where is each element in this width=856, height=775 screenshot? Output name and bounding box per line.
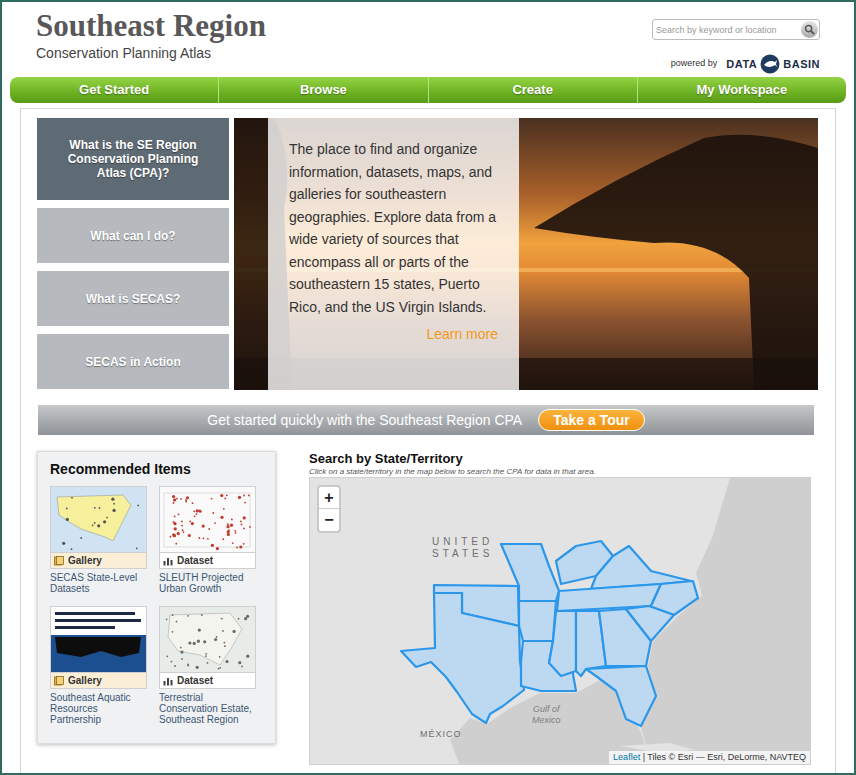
thumbnail-image [160, 487, 255, 552]
florida [586, 666, 656, 726]
item-type: Gallery [68, 555, 102, 567]
page-frame: Southeast Region Conservation Planning A… [0, 0, 856, 775]
item-type-strip: Gallery [50, 553, 147, 569]
item-type-strip: Dataset [159, 553, 256, 569]
recommended-item[interactable]: Gallery Southeast Aquatic Resources Partn… [50, 606, 147, 725]
leaflet-link[interactable]: Leaflet [613, 752, 640, 762]
intro-row: What is the SE Region Conservation Plann… [37, 118, 819, 390]
item-thumbnail[interactable] [50, 606, 147, 673]
intro-tab-label: What is SECAS? [86, 292, 181, 306]
intro-tab[interactable]: What can I do? [37, 208, 229, 263]
header-right: powered by DATA BASIN [652, 2, 820, 77]
state-map[interactable]: + − UNITED STATES MÉXICO Gulf of Mexico … [309, 477, 811, 765]
brand-left: DATA [726, 56, 757, 73]
hero-text: The place to find and organize informati… [289, 138, 498, 318]
site-title[interactable]: Southeast Region [36, 9, 266, 43]
missouri [501, 544, 559, 601]
intro-tab-label: What is the SE Region Conservation Plann… [53, 138, 213, 180]
learn-more-row: Learn more [289, 322, 498, 346]
recommended-grid: Gallery SECAS State-Level Datasets Dataset… [50, 486, 263, 725]
texas [401, 593, 524, 723]
map-title: Search by State/Territory [309, 451, 811, 467]
mexico-label: MÉXICO [420, 728, 462, 742]
dataset-icon [163, 676, 173, 686]
item-thumbnail[interactable] [159, 486, 256, 553]
mississippi [549, 611, 576, 676]
zoom-control: + − [317, 485, 341, 533]
country-label-line: UNITED [432, 536, 493, 548]
gallery-icon [54, 676, 64, 686]
map-hint: Click on a state/territory in the map be… [309, 467, 811, 477]
intro-tab-label: What can I do? [90, 229, 175, 243]
take-tour-button[interactable]: Take a Tour [538, 409, 645, 431]
search-input[interactable] [653, 20, 801, 39]
intro-tab[interactable]: What is the SE Region Conservation Plann… [37, 118, 229, 200]
gallery-icon [54, 556, 64, 566]
powered-by[interactable]: powered by DATA BASIN [671, 54, 820, 74]
gulf-label-line: Gulf of [532, 704, 561, 715]
gulf-label-line: Mexico [532, 715, 561, 726]
main-nav: Get StartedBrowseCreateMy Workspace [10, 77, 846, 103]
attribution-text: | Tiles © Esri — Esri, DeLorme, NAVTEQ [643, 752, 806, 762]
item-type-strip: Dataset [159, 673, 256, 689]
item-title[interactable]: Southeast Aquatic Resources Partnership [50, 692, 147, 725]
intro-tab-label: SECAS in Action [85, 355, 181, 369]
item-type-strip: Gallery [50, 673, 147, 689]
item-title[interactable]: SECAS State-Level Datasets [50, 572, 147, 594]
item-type: Gallery [68, 675, 102, 687]
zoom-out-button[interactable]: − [319, 509, 339, 531]
recommended-title: Recommended Items [50, 460, 263, 478]
hero: The place to find and organize informati… [234, 118, 818, 390]
nav-item[interactable]: Browse [219, 77, 428, 103]
country-label: UNITED STATES [432, 536, 493, 560]
dataset-icon [163, 556, 173, 566]
item-title[interactable]: SLEUTH Projected Urban Growth [159, 572, 256, 594]
thumbnail-image [51, 607, 146, 672]
nav-item[interactable]: My Workspace [638, 77, 846, 103]
map-section: Search by State/Territory Click on a sta… [309, 451, 811, 765]
intro-tab[interactable]: SECAS in Action [37, 334, 229, 389]
nav-item[interactable]: Create [429, 77, 638, 103]
search-box [652, 19, 820, 40]
recommended-item[interactable]: Gallery SECAS State-Level Datasets [50, 486, 147, 594]
data-basin-logo-icon [760, 54, 780, 74]
recommended-item[interactable]: Dataset Terrestrial Conservation Estate, … [159, 606, 256, 725]
hero-text-panel: The place to find and organize informati… [268, 118, 519, 390]
thumbnail-image [51, 487, 146, 552]
nav-item[interactable]: Get Started [10, 77, 219, 103]
lower-row: Recommended Items Gallery SECAS State-Lev… [37, 451, 819, 765]
intro-tab[interactable]: What is SECAS? [37, 271, 229, 326]
item-title[interactable]: Terrestrial Conservation Estate, Southea… [159, 692, 256, 725]
item-type: Dataset [177, 675, 213, 687]
country-label-line: STATES [432, 548, 493, 560]
site-logo[interactable]: Southeast Region Conservation Planning A… [36, 2, 266, 77]
map-attribution: Leaflet | Tiles © Esri — Esri, DeLorme, … [609, 751, 810, 764]
south-carolina [626, 606, 674, 641]
header: Southeast Region Conservation Planning A… [2, 2, 854, 77]
recommended-box: Recommended Items Gallery SECAS State-Lev… [37, 451, 276, 744]
item-thumbnail[interactable] [50, 486, 147, 553]
thumbnail-image [160, 607, 255, 672]
gulf-label: Gulf of Mexico [532, 704, 561, 726]
recommended-item[interactable]: Dataset SLEUTH Projected Urban Growth [159, 486, 256, 594]
main-panel: What is the SE Region Conservation Plann… [20, 108, 836, 775]
intro-tabs: What is the SE Region Conservation Plann… [37, 118, 229, 390]
tour-bar: Get started quickly with the Southeast R… [38, 405, 814, 435]
site-subtitle: Conservation Planning Atlas [36, 45, 266, 61]
search-icon[interactable] [801, 21, 818, 38]
learn-more-link[interactable]: Learn more [426, 326, 498, 342]
arkansas [519, 601, 556, 641]
powered-by-label: powered by [671, 57, 718, 71]
item-thumbnail[interactable] [159, 606, 256, 673]
item-type: Dataset [177, 555, 213, 567]
zoom-in-button[interactable]: + [319, 487, 339, 509]
brand-right: BASIN [783, 56, 820, 73]
tour-text: Get started quickly with the Southeast R… [207, 410, 522, 431]
